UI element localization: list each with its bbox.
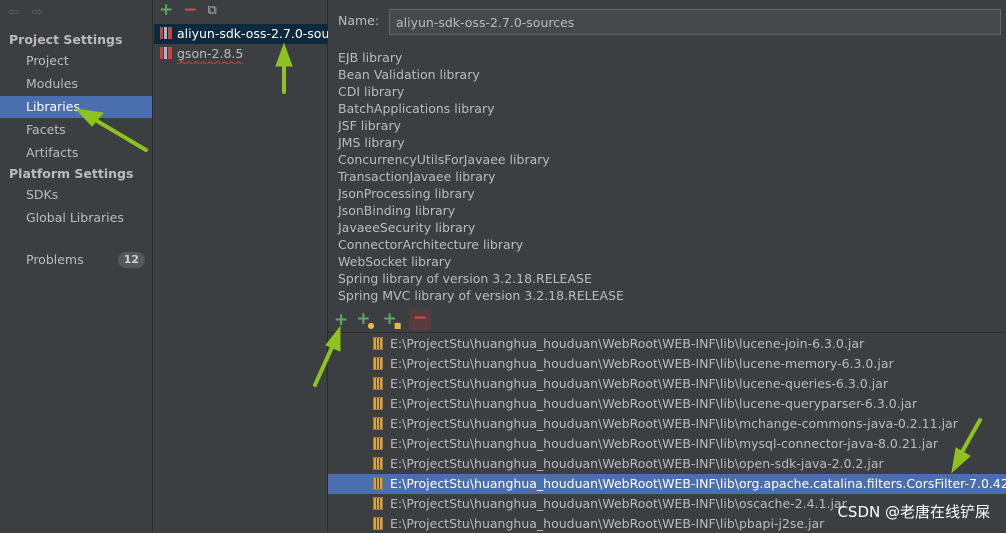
jar-root-row[interactable]: E:\ProjectStu\huanghua_houduan\WebRoot\W… [328, 414, 1006, 434]
library-kind-item: BatchApplications library [338, 101, 495, 116]
watermark: CSDN @老唐在线铲屎 [837, 503, 990, 521]
library-kind-item: JavaeeSecurity library [338, 220, 476, 235]
classes-toolbar: + +● +■ − [334, 310, 432, 330]
jar-path: E:\ProjectStu\huanghua_houduan\WebRoot\W… [390, 396, 917, 411]
copy-library-button[interactable]: ⧉ [208, 3, 217, 18]
jar-root-row[interactable]: E:\ProjectStu\huanghua_houduan\WebRoot\W… [328, 374, 1006, 394]
library-kind-item: CDI library [338, 84, 405, 99]
library-kind-item: JSF library [338, 118, 402, 133]
library-item-gson[interactable]: gson-2.8.5 [154, 44, 328, 64]
library-kind-item: ConnectorArchitecture library [338, 237, 524, 252]
jar-path: E:\ProjectStu\huanghua_houduan\WebRoot\W… [390, 436, 939, 451]
sidebar-item-sdks[interactable]: SDKs [0, 184, 152, 206]
library-kind-item: JMS library [338, 135, 405, 150]
library-list-panel: + − ⧉ aliyun-sdk-oss-2.7.0-sources gson-… [152, 0, 328, 532]
library-kind-item: WebSocket library [338, 254, 452, 269]
library-name-field[interactable] [389, 9, 1001, 35]
jar-root-row[interactable]: E:\ProjectStu\huanghua_houduan\WebRoot\W… [328, 334, 1006, 354]
problems-label: Problems [26, 252, 84, 267]
jar-icon [373, 437, 383, 450]
sidebar-item-project[interactable]: Project [0, 50, 152, 72]
jar-icon [373, 337, 383, 350]
jar-path: E:\ProjectStu\huanghua_houduan\WebRoot\W… [390, 476, 1006, 491]
sidebar-item-problems[interactable]: Problems 12 [0, 249, 152, 271]
sidebar-item-facets[interactable]: Facets [0, 119, 152, 141]
add-directory-button[interactable]: +● [356, 310, 375, 330]
jar-icon [373, 377, 383, 390]
library-kind-item: JsonProcessing library [338, 186, 475, 201]
jar-icon [373, 357, 383, 370]
jar-icon [373, 397, 383, 410]
jar-root-row[interactable]: E:\ProjectStu\huanghua_houduan\WebRoot\W… [328, 394, 1006, 414]
jar-path: E:\ProjectStu\huanghua_houduan\WebRoot\W… [390, 376, 888, 391]
add-jar-button[interactable]: +■ [382, 310, 402, 330]
library-icon [160, 27, 172, 39]
globe-icon: ● [367, 320, 375, 330]
library-list-toolbar: + − ⧉ [159, 1, 217, 19]
jar-root-row[interactable]: E:\ProjectStu\huanghua_houduan\WebRoot\W… [328, 354, 1006, 374]
jar-icon [373, 417, 383, 430]
sidebar-item-artifacts[interactable]: Artifacts [0, 142, 152, 164]
library-name: gson-2.8.5 [177, 46, 244, 61]
jar-path: E:\ProjectStu\huanghua_houduan\WebRoot\W… [390, 416, 958, 431]
settings-sidebar: ⇦ ⇨ Project Settings Project Modules Lib… [0, 0, 152, 532]
add-root-button[interactable]: + [334, 312, 348, 329]
remove-library-button[interactable]: − [183, 2, 197, 19]
library-kind-item: Spring MVC library of version 3.2.18.REL… [338, 288, 624, 303]
library-kind-item: ConcurrencyUtilsForJavaee library [338, 152, 550, 167]
jar-path: E:\ProjectStu\huanghua_houduan\WebRoot\W… [390, 496, 847, 511]
remove-root-button[interactable]: − [409, 310, 432, 330]
jar-root-row[interactable]: E:\ProjectStu\huanghua_houduan\WebRoot\W… [328, 454, 1006, 474]
jar-icon [373, 477, 383, 490]
library-kind-item: Spring library of version 3.2.18.RELEASE [338, 271, 592, 286]
library-icon [160, 47, 172, 59]
jar-path: E:\ProjectStu\huanghua_houduan\WebRoot\W… [390, 516, 825, 531]
jar-path: E:\ProjectStu\huanghua_houduan\WebRoot\W… [390, 356, 894, 371]
library-kind-item: Bean Validation library [338, 67, 480, 82]
jar-icon [373, 497, 383, 510]
jar-root-row[interactable]: E:\ProjectStu\huanghua_houduan\WebRoot\W… [328, 434, 1006, 454]
jar-icon [373, 457, 383, 470]
jar-path: E:\ProjectStu\huanghua_houduan\WebRoot\W… [390, 456, 884, 471]
library-name: aliyun-sdk-oss-2.7.0-sources [177, 26, 328, 41]
jar-root-row[interactable]: E:\ProjectStu\huanghua_houduan\WebRoot\W… [328, 474, 1006, 494]
library-kind-item: JsonBinding library [338, 203, 456, 218]
jar-path: E:\ProjectStu\huanghua_houduan\WebRoot\W… [390, 336, 865, 351]
jar-icon: ■ [393, 320, 402, 330]
platform-settings-header: Platform Settings [9, 166, 134, 181]
sidebar-item-libraries[interactable]: Libraries [0, 96, 152, 118]
library-kind-item: EJB library [338, 50, 403, 65]
forward-arrow-icon[interactable]: ⇨ [32, 5, 43, 20]
nav-arrows: ⇦ ⇨ [8, 5, 52, 20]
sidebar-item-global-libraries[interactable]: Global Libraries [0, 207, 152, 229]
library-kind-item: TransactionJavaee library [338, 169, 496, 184]
back-arrow-icon[interactable]: ⇦ [8, 5, 19, 20]
library-details-panel: Name: EJB library Bean Validation library… [328, 0, 1006, 533]
name-label: Name: [338, 13, 380, 28]
problems-count-badge: 12 [117, 252, 145, 268]
sidebar-item-modules[interactable]: Modules [0, 73, 152, 95]
library-item-aliyun[interactable]: aliyun-sdk-oss-2.7.0-sources [154, 24, 328, 44]
add-library-button[interactable]: + [159, 2, 173, 19]
jar-icon [373, 517, 383, 530]
project-settings-header: Project Settings [9, 32, 123, 47]
